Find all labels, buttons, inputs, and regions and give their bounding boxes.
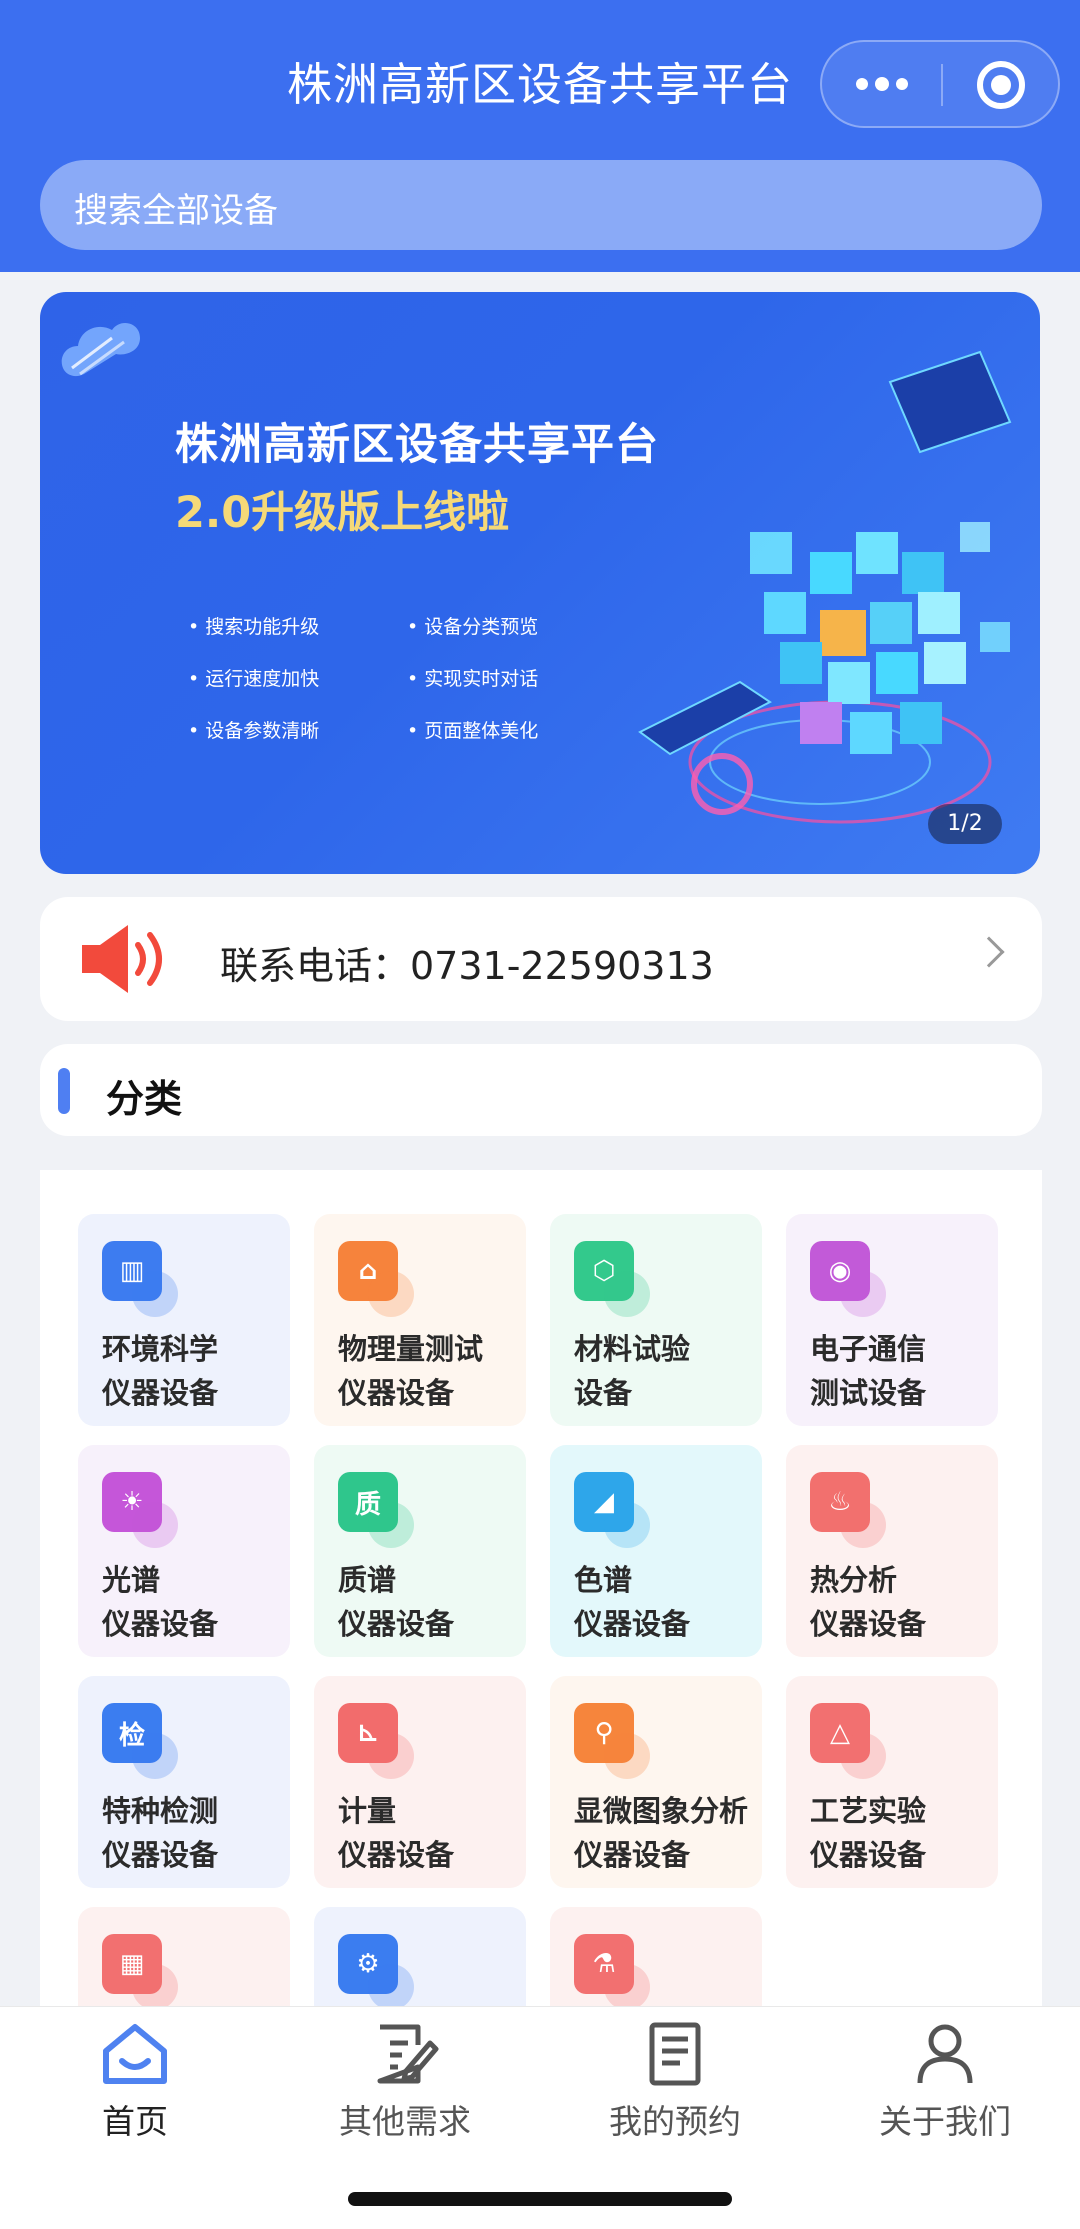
category-name-line1: 计量 [338, 1794, 397, 1828]
person-icon [917, 2024, 973, 2084]
category-name-line1: 质谱 [338, 1563, 397, 1597]
tab-other-needs[interactable]: 其他需求 [270, 2021, 540, 2143]
inspection-icon: 检 [102, 1703, 178, 1779]
banner-feature: 设备参数清晰 [188, 716, 319, 743]
category-name-line1: 色谱 [574, 1563, 633, 1597]
top-header: 株洲高新区设备共享平台 搜索全部设备 [0, 0, 1080, 272]
category-card[interactable]: ◢ 色谱仪器设备 [550, 1445, 762, 1657]
category-name-line2: 仪器设备 [810, 1607, 927, 1641]
ruler-icon: ⊾ [338, 1703, 414, 1779]
speaker-icon [82, 925, 162, 993]
category-name-line2: 仪器设备 [338, 1838, 455, 1872]
category-name-line1: 电子通信 [810, 1332, 927, 1366]
thermometer-icon: ♨ [810, 1472, 886, 1548]
quality-badge-icon: 质 [338, 1472, 414, 1548]
section-title: 分类 [106, 1077, 183, 1121]
close-target-icon[interactable] [977, 61, 1025, 109]
category-name-line1: 特种检测 [102, 1794, 219, 1828]
tab-label: 首页 [102, 2102, 168, 2141]
category-name-line1: 光谱 [102, 1563, 161, 1597]
microscope-icon: ⚲ [574, 1703, 650, 1779]
category-card[interactable]: ♨ 热分析仪器设备 [786, 1445, 998, 1657]
area-chart-icon: ◢ [574, 1472, 650, 1548]
category-name-line1: 物理量测试 [338, 1332, 484, 1366]
banner-page-indicator: 1/2 [928, 804, 1002, 844]
home-indicator [348, 2192, 732, 2206]
data-cubes-illustration [638, 350, 1012, 824]
banner-feature: 运行速度加快 [188, 664, 319, 691]
molecule-icon: ⬡ [574, 1241, 650, 1317]
category-card[interactable]: 质质谱 仪器设备 [314, 1445, 526, 1657]
capsule-divider [941, 64, 943, 106]
document-icon [649, 2022, 701, 2086]
category-name-line2: 仪器设备 [102, 1376, 219, 1410]
contact-phone-text: 联系电话：0731-22590313 [220, 944, 714, 988]
category-card[interactable]: ◉ 电子通信测试设备 [786, 1214, 998, 1426]
category-card[interactable]: ▥ 环境科学仪器设备 [78, 1214, 290, 1426]
tab-my-booking[interactable]: 我的预约 [540, 2021, 810, 2143]
category-grid: ▥ 环境科学 仪器设备 ⌂ 物理量测试 仪器设备 ⬡ 材料试验 设备 ◉ 电子通信 测试设备 ☀ 光谱 仪器… [40, 1170, 1042, 2119]
tab-about-us[interactable]: 关于我们 [810, 2021, 1080, 2143]
category-name-line2: 仪器设备 [574, 1838, 691, 1872]
category-name-line2: 仪器设备 [810, 1838, 927, 1872]
tab-label: 关于我们 [879, 2102, 1011, 2141]
contact-phone-bar[interactable]: 联系电话：0731-22590313 [40, 897, 1042, 1021]
search-placeholder: 搜索全部设备 [74, 191, 278, 231]
more-menu-icon[interactable] [822, 42, 942, 126]
promo-banner[interactable]: 株洲高新区设备共享平台 2.0升级版上线啦 搜索功能升级 设备分类预览 运行速度… [40, 292, 1040, 874]
category-name-line2: 仪器设备 [102, 1838, 219, 1872]
cloud-logo-icon [61, 323, 141, 377]
banner-feature: 搜索功能升级 [188, 612, 319, 639]
category-name-line1: 热分析 [810, 1563, 898, 1597]
instrument-icon: ⌂ [338, 1241, 414, 1317]
machine-icon: ▦ [102, 1934, 178, 2010]
category-name-line1: 显微图象分析 [574, 1794, 749, 1828]
spectrum-icon: ☀ [102, 1472, 178, 1548]
category-name-line1: 环境科学 [102, 1332, 219, 1366]
banner-feature: 设备分类预览 [407, 612, 538, 639]
triangle-frame-icon: △ [810, 1703, 886, 1779]
category-card[interactable]: △ 工艺实验仪器设备 [786, 1676, 998, 1888]
tab-label: 其他需求 [339, 2102, 471, 2141]
category-card[interactable]: ☀ 光谱仪器设备 [78, 1445, 290, 1657]
antenna-icon: ◉ [810, 1241, 886, 1317]
flask-icon: ⚗ [574, 1934, 650, 2010]
banner-title: 株洲高新区设备共享平台 [175, 420, 659, 470]
leaf-chart-icon: ▥ [102, 1241, 178, 1317]
category-name-line2: 仪器设备 [338, 1607, 455, 1641]
banner-feature: 页面整体美化 [407, 716, 538, 743]
category-name-line1: 工艺实验 [810, 1794, 927, 1828]
section-accent-bar [58, 1068, 70, 1114]
category-card[interactable]: ⌂ 物理量测试仪器设备 [314, 1214, 526, 1426]
category-name-line2: 仪器设备 [574, 1607, 691, 1641]
category-section-header: 分类 [40, 1044, 1042, 1136]
mini-program-capsule [820, 40, 1060, 128]
category-name-line2: 设备 [574, 1376, 633, 1410]
category-card[interactable]: ⚲ 显微图象分析 仪器设备 [550, 1676, 762, 1888]
category-card[interactable]: ⊾ 计量仪器设备 [314, 1676, 526, 1888]
factory-icon: ⚙ [338, 1934, 414, 2010]
edit-icon [377, 2024, 439, 2084]
category-card[interactable]: 检特种检测 仪器设备 [78, 1676, 290, 1888]
search-input[interactable]: 搜索全部设备 [40, 160, 1042, 250]
banner-feature: 实现实时对话 [407, 664, 538, 691]
category-name-line1: 材料试验 [574, 1332, 691, 1366]
category-name-line2: 仪器设备 [102, 1607, 219, 1641]
category-card[interactable]: ⬡ 材料试验设备 [550, 1214, 762, 1426]
category-name-line2: 测试设备 [810, 1376, 927, 1410]
home-icon [103, 2024, 167, 2084]
chevron-right-icon [973, 936, 1005, 968]
banner-subtitle: 2.0升级版上线啦 [175, 488, 510, 538]
tab-label: 我的预约 [609, 2102, 741, 2141]
tab-home[interactable]: 首页 [0, 2021, 270, 2143]
category-name-line2: 仪器设备 [338, 1376, 455, 1410]
